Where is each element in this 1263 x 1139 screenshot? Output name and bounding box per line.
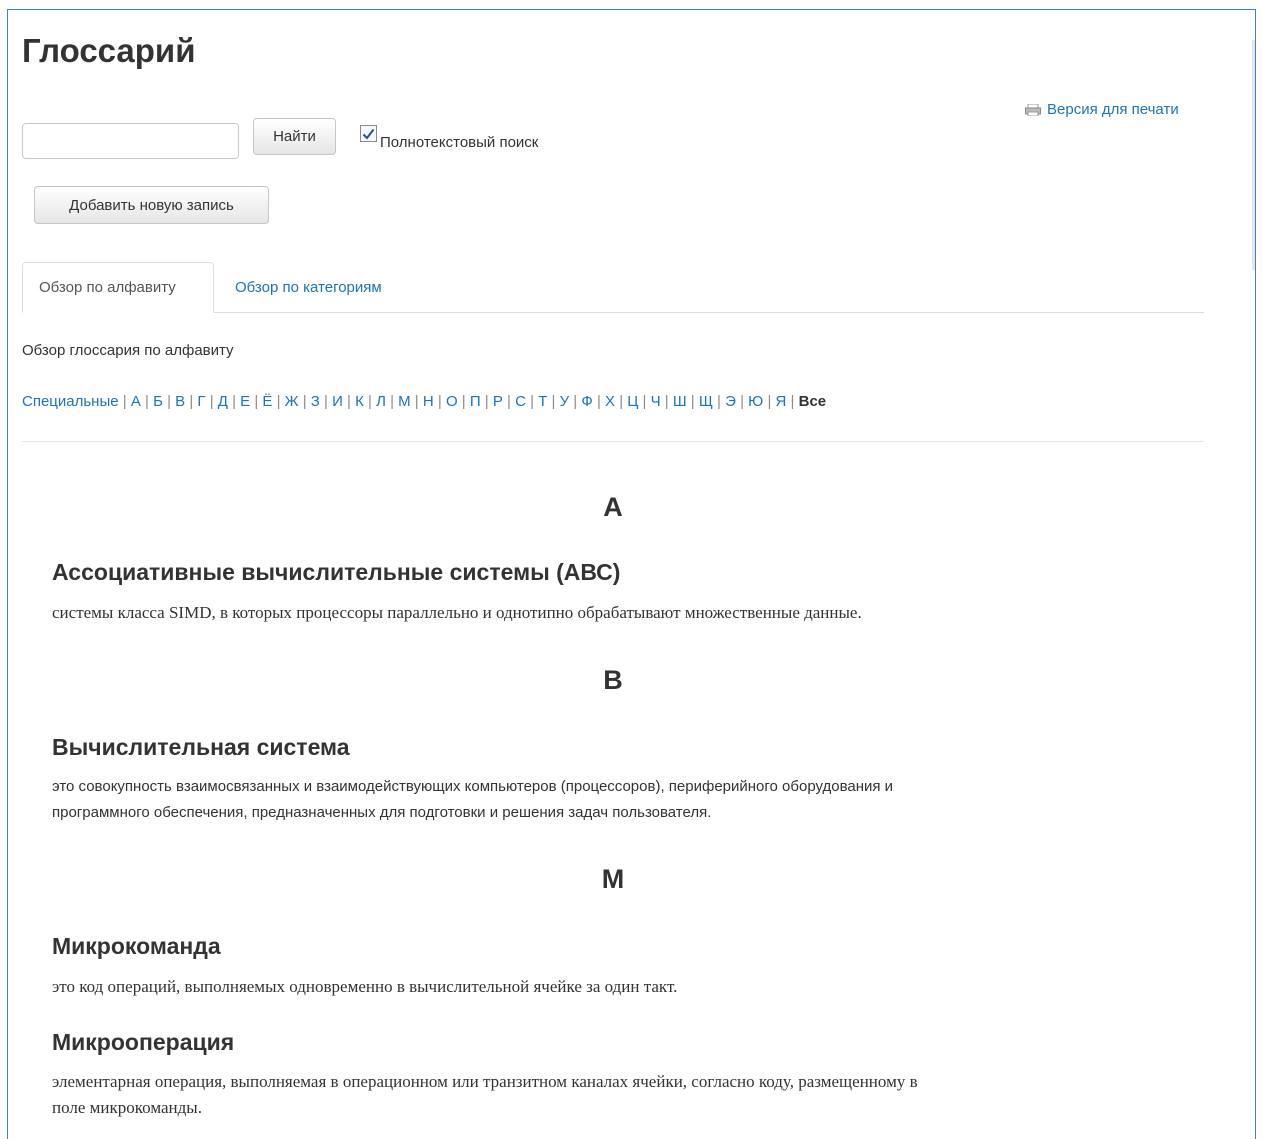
alphabet-nav: Специальные | А | Б | В | Г | Д | Е | Ё … <box>22 393 826 410</box>
alphabet-separator: | <box>185 393 198 410</box>
alphabet-link[interactable]: Ю <box>748 393 763 410</box>
alphabet-link[interactable]: Э <box>725 393 736 410</box>
alphabet-separator: | <box>250 393 263 410</box>
alphabet-link[interactable]: Н <box>423 393 434 410</box>
browse-caption: Обзор глоссария по алфавиту <box>22 342 234 359</box>
alphabet-separator: | <box>638 393 651 410</box>
entry-definition: системы класса SIMD, в которых процессор… <box>52 603 862 622</box>
alphabet-separator: | <box>118 393 131 410</box>
alphabet-separator: | <box>227 393 241 410</box>
alphabet-link[interactable]: Х <box>605 393 615 410</box>
print-link-label: Версия для печати <box>1047 101 1179 118</box>
alphabet-separator: | <box>712 393 726 410</box>
alphabet-link[interactable]: Я <box>776 393 787 410</box>
add-entry-button[interactable]: Добавить новую запись <box>34 186 269 224</box>
alphabet-separator: | <box>342 393 356 410</box>
letter-heading: А <box>603 492 623 522</box>
alphabet-link[interactable]: Е <box>240 393 250 410</box>
alphabet-separator: | <box>763 393 776 410</box>
alphabet-link[interactable]: Г <box>197 393 205 410</box>
definition-line: это совокупность взаимосвязанных и взаим… <box>52 778 894 795</box>
divider <box>22 441 1204 442</box>
alphabet-link[interactable]: К <box>355 393 364 410</box>
alphabet-link[interactable]: И <box>332 393 343 410</box>
alphabet-link[interactable]: Л <box>376 393 386 410</box>
alphabet-separator: | <box>363 393 377 410</box>
alphabet-separator: | <box>525 393 539 410</box>
entry-definition: это код операций, выполняемых одновремен… <box>52 977 678 996</box>
alphabet-separator: | <box>433 393 446 410</box>
page-title: Глоссарий <box>22 32 196 69</box>
alphabet-separator: | <box>457 393 470 410</box>
search-input[interactable] <box>22 123 239 159</box>
entry-term: Вычислительная система <box>52 734 350 760</box>
fulltext-label: Полнотекстовый поиск <box>380 134 539 151</box>
definition-line: элементарная операция, выполняемая в опе… <box>52 1072 918 1091</box>
alphabet-link[interactable]: Т <box>538 393 547 410</box>
alphabet-separator: | <box>480 393 493 410</box>
alphabet-link[interactable]: У <box>560 393 570 410</box>
alphabet-link[interactable]: Д <box>218 393 228 410</box>
entry-term: Микрокоманда <box>52 933 221 959</box>
alphabet-separator: | <box>735 393 749 410</box>
alphabet-separator: | <box>205 393 218 410</box>
print-version-link[interactable]: Версия для печати <box>1025 101 1179 118</box>
alphabet-link[interactable]: П <box>470 393 481 410</box>
alphabet-link[interactable]: Ф <box>581 393 592 410</box>
letter-heading: В <box>603 665 623 695</box>
alphabet-link[interactable]: М <box>398 393 411 410</box>
alphabet-separator: | <box>272 393 285 410</box>
alphabet-link[interactable]: З <box>311 393 320 410</box>
alphabet-separator: | <box>502 393 516 410</box>
alphabet-separator: | <box>786 393 799 410</box>
alphabet-link[interactable]: О <box>446 393 458 410</box>
tab-categories[interactable]: Обзор по категориям <box>219 262 398 312</box>
alphabet-separator: | <box>547 393 560 410</box>
printer-icon <box>1025 103 1041 116</box>
alphabet-link[interactable]: А <box>131 393 141 410</box>
entry-term: Ассоциативные вычислительные системы (АВ… <box>52 559 621 585</box>
alphabet-separator: | <box>319 393 333 410</box>
search-button[interactable]: Найти <box>253 118 336 155</box>
alphabet-link[interactable]: В <box>175 393 185 410</box>
alphabet-separator: | <box>592 393 606 410</box>
fulltext-search-option[interactable]: Полнотекстовый поиск <box>360 124 538 151</box>
alphabet-link[interactable]: Ч <box>651 393 661 410</box>
entry-definition: элементарная операция, выполняемая в опе… <box>52 1069 1182 1121</box>
alphabet-link[interactable]: Ж <box>285 393 299 410</box>
alphabet-link[interactable]: Б <box>153 393 163 410</box>
alphabet-current-all: Все <box>798 393 827 410</box>
alphabet-link[interactable]: Ш <box>673 393 687 410</box>
alphabet-separator: | <box>615 393 628 410</box>
alphabet-link-special[interactable]: Специальные <box>22 393 119 410</box>
entry-definition: это совокупность взаимосвязанных и взаим… <box>52 774 1182 826</box>
alphabet-separator: | <box>660 393 673 410</box>
alphabet-link[interactable]: Ё <box>262 393 272 410</box>
alphabet-separator: | <box>569 393 582 410</box>
definition-line: поле микрокоманды. <box>52 1098 202 1117</box>
entry-term: Микрооперация <box>52 1029 235 1055</box>
alphabet-link[interactable]: Щ <box>699 393 713 410</box>
tab-alphabet[interactable]: Обзор по алфавиту <box>22 262 214 313</box>
scrollbar[interactable] <box>1252 40 1255 270</box>
fulltext-checkbox[interactable] <box>360 125 377 142</box>
alphabet-link[interactable]: Р <box>493 393 503 410</box>
checkmark-icon <box>362 128 375 140</box>
alphabet-link[interactable]: С <box>515 393 526 410</box>
alphabet-separator: | <box>162 393 176 410</box>
alphabet-separator: | <box>140 393 154 410</box>
browse-tabs: Обзор по алфавиту Обзор по категориям <box>22 262 1204 313</box>
alphabet-separator: | <box>410 393 423 410</box>
alphabet-separator: | <box>385 393 399 410</box>
definition-line: программного обеспечения, предназначенны… <box>52 804 712 821</box>
letter-heading: М <box>601 864 625 894</box>
alphabet-separator: | <box>686 393 699 410</box>
alphabet-link[interactable]: Ц <box>627 393 638 410</box>
alphabet-separator: | <box>298 393 311 410</box>
